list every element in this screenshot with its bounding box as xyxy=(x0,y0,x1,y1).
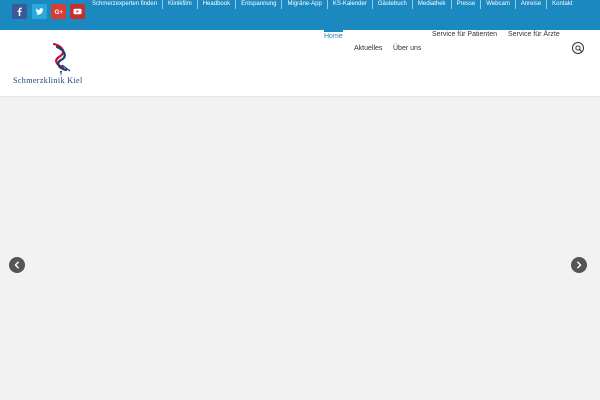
search-button[interactable] xyxy=(572,42,584,54)
topnav-item-schmerzexperten[interactable]: Schmerzexperten finden xyxy=(87,0,164,9)
twitter-link[interactable] xyxy=(32,4,47,19)
facebook-link[interactable] xyxy=(12,4,27,19)
nav-item-service-aerzte[interactable]: Service für Ärzte xyxy=(508,31,560,38)
nav-item-ueber-uns[interactable]: Über uns xyxy=(393,45,421,52)
topnav-item-entspannung[interactable]: Entspannung xyxy=(236,0,283,9)
topnav-item-presse[interactable]: Presse xyxy=(452,0,482,9)
logo-emblem-icon xyxy=(52,43,71,76)
topnav-item-webcam[interactable]: Webcam xyxy=(481,0,516,9)
site-header: Schmerzklinik Kiel Home Service für Pati… xyxy=(0,30,600,97)
hero-slider xyxy=(0,98,600,400)
nav-item-aktuelles[interactable]: Aktuelles xyxy=(354,45,382,52)
topnav-item-kontakt[interactable]: Kontakt xyxy=(547,0,577,9)
youtube-link[interactable] xyxy=(70,4,85,19)
logo-text: Schmerzklinik Kiel xyxy=(13,76,83,85)
chevron-right-icon xyxy=(577,261,582,269)
nav-item-home[interactable]: Home xyxy=(324,30,343,40)
top-navigation: Schmerzexperten finden Klinikfilm Headbo… xyxy=(87,0,578,9)
svg-text:G+: G+ xyxy=(54,9,63,16)
nav-item-service-patienten[interactable]: Service für Patienten xyxy=(432,31,497,38)
topnav-item-mediathek[interactable]: Mediathek xyxy=(413,0,452,9)
slider-prev-button[interactable] xyxy=(9,257,25,273)
slider-next-button[interactable] xyxy=(571,257,587,273)
topnav-item-headbook[interactable]: Headbook xyxy=(198,0,237,9)
topnav-item-gaestebuch[interactable]: Gästebuch xyxy=(373,0,413,9)
chevron-left-icon xyxy=(14,261,19,269)
facebook-icon xyxy=(17,7,22,16)
search-icon xyxy=(574,44,582,52)
topnav-item-ks-kalender[interactable]: KS-Kalender xyxy=(328,0,373,9)
google-plus-link[interactable]: G+ xyxy=(51,4,66,19)
topnav-item-anreise[interactable]: Anreise xyxy=(516,0,548,9)
youtube-icon xyxy=(73,8,82,15)
twitter-icon xyxy=(35,8,44,15)
google-plus-icon: G+ xyxy=(54,9,63,16)
topnav-item-klinikfilm[interactable]: Klinikfilm xyxy=(163,0,198,9)
topnav-item-migraene-app[interactable]: Migräne-App xyxy=(282,0,328,9)
top-bar: G+ Schmerzexperten finden Klinikfilm Hea… xyxy=(0,0,600,30)
